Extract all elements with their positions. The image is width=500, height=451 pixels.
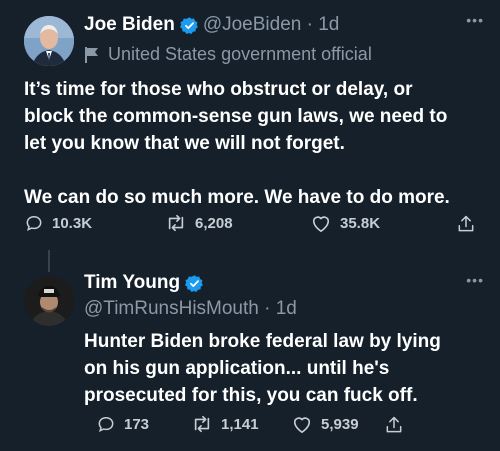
more-options-icon[interactable]: •••: [466, 12, 484, 28]
tweet-text-line: let you know that we will not forget.: [24, 133, 345, 154]
government-label: United States government official: [84, 44, 372, 65]
thread-connector: [48, 250, 50, 272]
tweet-text-line: prosecuted for this, you can fuck off.: [84, 385, 418, 406]
retweet-button[interactable]: 6,208: [165, 213, 233, 233]
verified-badge-icon: [185, 274, 204, 293]
tweet-text: Hunter Biden broke federal law by lying …: [84, 328, 441, 409]
author-row: Tim Young: [84, 272, 204, 294]
retweet-count: 6,208: [195, 214, 233, 232]
tweet-text-line: on his gun application... until he's: [84, 358, 390, 379]
author-name[interactable]: Tim Young: [84, 272, 180, 294]
tweet-text-line: block the common-sense gun laws, we need…: [24, 106, 448, 127]
share-icon: [458, 215, 474, 232]
more-options-icon[interactable]: •••: [466, 272, 484, 288]
reply-button[interactable]: 173: [96, 414, 149, 434]
reply-count: 173: [124, 415, 150, 433]
tweet-text-line: We can do so much more. We have to do mo…: [24, 187, 450, 208]
retweet-button[interactable]: 1,141: [191, 414, 259, 434]
avatar[interactable]: [24, 276, 74, 326]
action-bar: 173 1,141 5,939: [0, 414, 500, 438]
tweet-text-line: [24, 157, 450, 184]
tweet-tim-young[interactable]: Tim Young @TimRunsHisMouth · 1d ••• Hunt…: [0, 250, 500, 451]
reply-icon: [26, 215, 42, 232]
share-icon: [386, 416, 402, 433]
tweet-text-line: It’s time for those who obstruct or dela…: [24, 79, 413, 100]
tweet-text-line: Hunter Biden broke federal law by lying: [84, 331, 441, 352]
tweet-joe-biden[interactable]: Joe Biden @JoeBiden · 1d United States g…: [0, 0, 500, 250]
like-button[interactable]: 5,939: [291, 414, 359, 434]
like-count: 35.8K: [340, 214, 381, 232]
verified-badge-icon: [179, 16, 199, 35]
avatar[interactable]: [24, 16, 74, 66]
profile-photo: [24, 16, 74, 66]
reply-count: 10.3K: [52, 214, 93, 232]
heart-icon: [293, 417, 311, 433]
share-button[interactable]: [456, 213, 484, 235]
retweet-count: 1,141: [221, 415, 259, 433]
share-button[interactable]: [384, 414, 412, 436]
government-label-text: United States government official: [108, 44, 372, 64]
like-count: 5,939: [321, 415, 359, 433]
author-handle[interactable]: @TimRunsHisMouth · 1d: [84, 298, 297, 320]
author-name[interactable]: Joe Biden: [84, 14, 175, 36]
like-button[interactable]: 35.8K: [310, 213, 380, 233]
retweet-icon: [168, 214, 184, 232]
heart-icon: [312, 216, 330, 232]
reply-button[interactable]: 10.3K: [24, 213, 92, 233]
author-row: Joe Biden @JoeBiden · 1d: [84, 14, 339, 36]
profile-photo: [24, 276, 74, 326]
action-bar: 10.3K 6,208 35.8K: [0, 213, 500, 237]
reply-icon: [98, 416, 114, 433]
tweet-text: It’s time for those who obstruct or dela…: [24, 76, 450, 211]
author-handle[interactable]: @JoeBiden · 1d: [203, 14, 340, 36]
retweet-icon: [194, 415, 210, 433]
flag-icon: [85, 46, 98, 63]
